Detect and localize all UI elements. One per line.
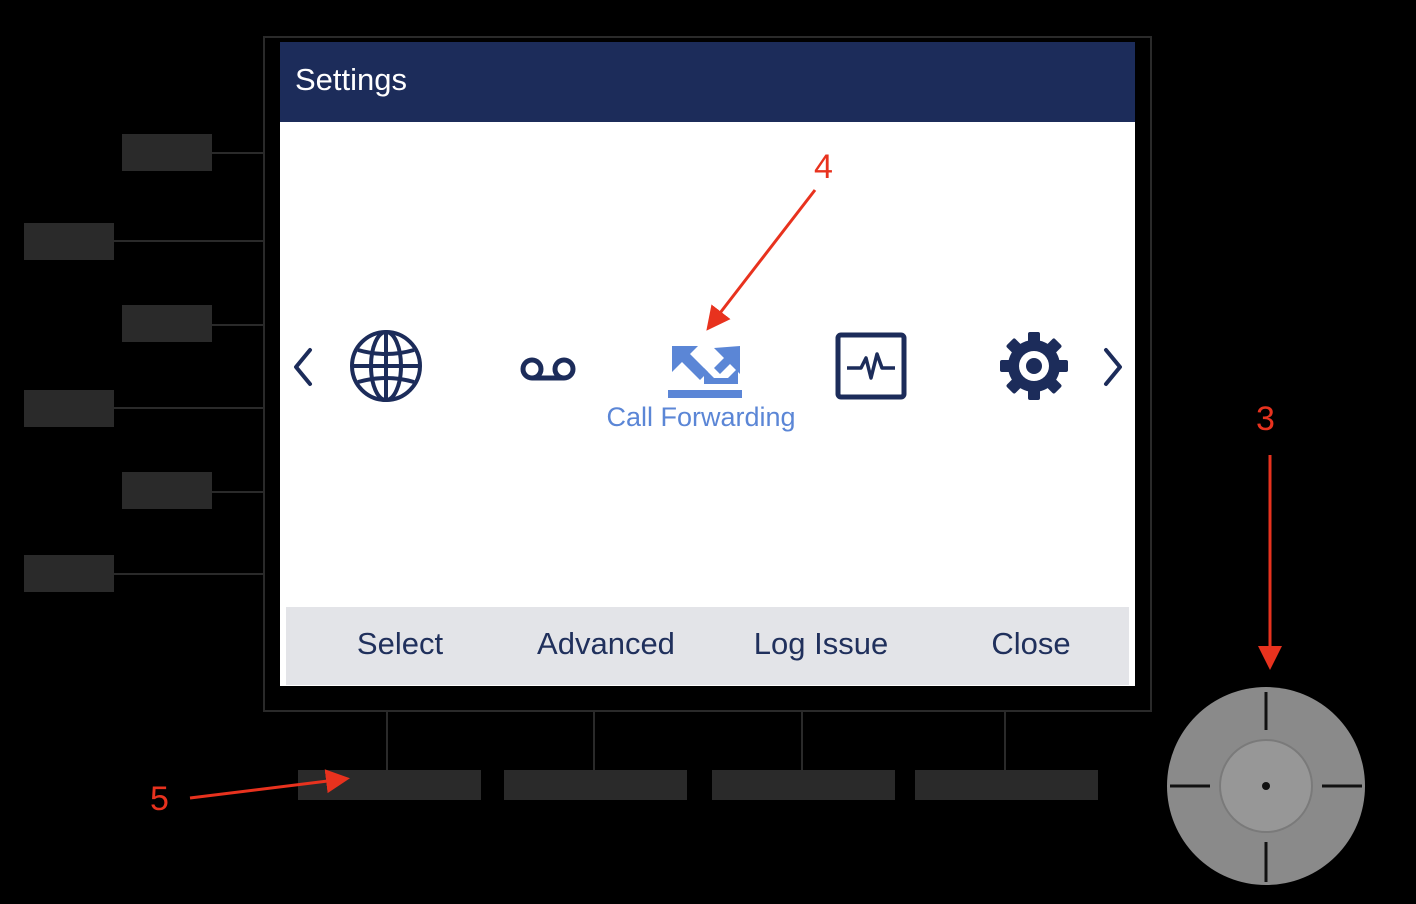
annotation-arrows (189, 189, 1282, 800)
annotation-arrow-4 (706, 189, 817, 331)
annotation-arrow-5 (189, 769, 350, 800)
